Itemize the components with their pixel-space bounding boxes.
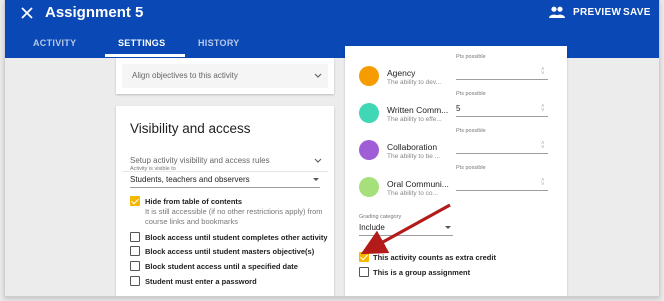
block-until-complete-checkbox[interactable] xyxy=(130,232,140,242)
competency-color-dot xyxy=(359,140,379,160)
spinner-icon[interactable]: ˄ ˅ xyxy=(541,178,545,188)
visible-to-label: Activity is visible to xyxy=(130,166,176,172)
pts-underline xyxy=(456,116,548,117)
block-until-date-label: Block student access until a specified d… xyxy=(145,262,298,271)
visible-to-underline xyxy=(130,187,320,188)
close-icon[interactable] xyxy=(19,5,35,21)
tab-history[interactable]: HISTORY xyxy=(198,38,240,48)
competency-item: Collaboration The ability to be ... Pts … xyxy=(345,128,567,177)
objectives-row-text: Align objectives to this activity xyxy=(132,71,238,80)
visibility-title: Visibility and access xyxy=(130,121,251,136)
block-until-mastery-label: Block access until student masters objec… xyxy=(145,247,315,256)
competency-desc: The ability to be ... xyxy=(387,153,441,160)
block-until-mastery-checkbox[interactable] xyxy=(130,246,140,256)
spinner-icon[interactable]: ˄ ˅ xyxy=(541,67,545,77)
pts-underline xyxy=(456,190,548,191)
dropdown-caret-icon xyxy=(313,178,319,181)
objectives-row[interactable]: Align objectives to this activity xyxy=(122,64,328,88)
pts-label: Pts possible xyxy=(456,165,486,171)
block-until-date-checkbox[interactable] xyxy=(130,261,140,271)
pts-label: Pts possible xyxy=(456,91,486,97)
tab-settings[interactable]: SETTINGS xyxy=(118,38,165,48)
competency-desc: The ability to dev... xyxy=(387,79,442,86)
competency-item: Oral Communi... The ability to co... Pts… xyxy=(345,165,567,214)
save-button[interactable]: SAVE xyxy=(623,7,651,18)
competency-item: Agency The ability to dev... Pts possibl… xyxy=(345,54,567,103)
hide-toc-checkbox[interactable] xyxy=(130,196,140,206)
grading-category-label: Grading category xyxy=(359,214,402,220)
competency-name: Oral Communi... xyxy=(387,179,449,189)
hide-toc-description: It is still accessible (if no other rest… xyxy=(145,207,323,226)
extra-credit-checkbox[interactable] xyxy=(359,252,369,262)
visible-to-value: Students, teachers and observers xyxy=(130,175,250,184)
group-assignment-label: This is a group assignment xyxy=(373,268,471,277)
objectives-card: Align objectives to this activity xyxy=(116,58,334,94)
visibility-card: Visibility and access Setup activity vis… xyxy=(116,106,334,296)
preview-button[interactable]: PREVIEW xyxy=(573,7,621,18)
page-title: Assignment 5 xyxy=(45,4,144,21)
competency-name: Written Comm... xyxy=(387,105,449,115)
pts-underline xyxy=(456,153,548,154)
pts-input[interactable]: 5 xyxy=(456,104,460,113)
spinner-icon[interactable]: ˄ ˅ xyxy=(541,141,545,151)
chevron-down-icon xyxy=(314,158,322,163)
active-tab-indicator xyxy=(105,54,185,57)
grading-category-underline xyxy=(359,235,453,236)
competency-item: Written Comm... The ability to effe... P… xyxy=(345,91,567,140)
people-icon[interactable] xyxy=(549,6,565,18)
right-gutter xyxy=(578,58,659,296)
dropdown-caret-icon xyxy=(445,226,451,229)
chevron-down-icon xyxy=(314,73,322,78)
password-label: Student must enter a password xyxy=(145,277,257,286)
competency-color-dot xyxy=(359,103,379,123)
competency-desc: The ability to effe... xyxy=(387,116,442,123)
group-assignment-checkbox[interactable] xyxy=(359,267,369,277)
pts-underline xyxy=(456,79,548,80)
grading-category-value: Include xyxy=(359,223,385,232)
tab-activity[interactable]: ACTIVITY xyxy=(33,38,76,48)
competency-desc: The ability to co... xyxy=(387,190,438,197)
hide-toc-label: Hide from table of contents xyxy=(145,197,243,206)
competency-color-dot xyxy=(359,66,379,86)
visibility-setup-text: Setup activity visibility and access rul… xyxy=(130,156,270,165)
extra-credit-label: This activity counts as extra credit xyxy=(373,253,496,262)
block-until-complete-label: Block access until student completes oth… xyxy=(145,233,328,242)
password-checkbox[interactable] xyxy=(130,276,140,286)
pts-label: Pts possible xyxy=(456,54,486,60)
competency-name: Collaboration xyxy=(387,142,438,152)
pts-label: Pts possible xyxy=(456,128,486,134)
app-window: Assignment 5 PREVIEW SAVE ACTIVITY SETTI… xyxy=(4,0,660,297)
competency-name: Agency xyxy=(387,68,416,78)
spinner-icon[interactable]: ˄ ˅ xyxy=(541,104,545,114)
competency-color-dot xyxy=(359,177,379,197)
competencies-card: Agency The ability to dev... Pts possibl… xyxy=(345,46,567,296)
